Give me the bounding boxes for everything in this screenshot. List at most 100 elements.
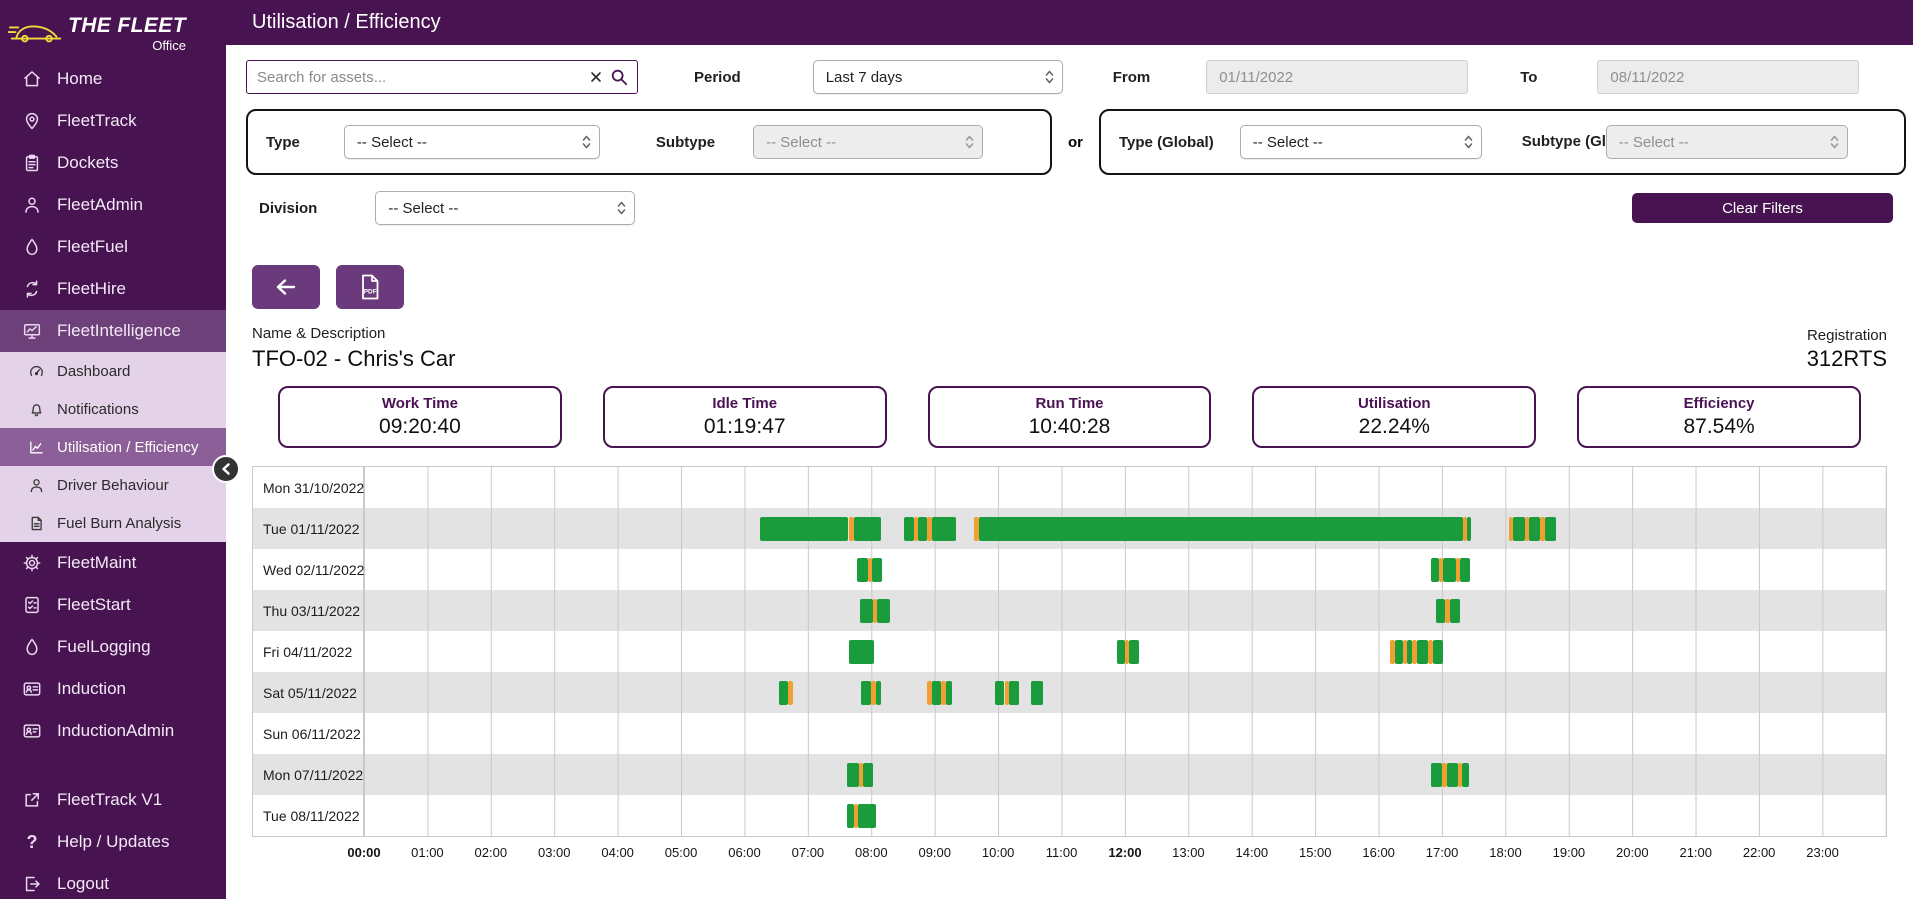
gantt-day-label: Fri 04/11/2022 bbox=[253, 631, 364, 672]
sidebar-item-fleetadmin[interactable]: FleetAdmin bbox=[0, 184, 226, 226]
gantt-bar-green[interactable] bbox=[1446, 762, 1458, 787]
gantt-bar-green[interactable] bbox=[1430, 557, 1439, 582]
gantt-track bbox=[364, 549, 1886, 590]
sidebar-item-fleettrack[interactable]: FleetTrack bbox=[0, 100, 226, 142]
subtype-label: Subtype bbox=[655, 133, 716, 151]
logo-subtitle: Office bbox=[152, 37, 186, 53]
gantt-bar-green[interactable] bbox=[1432, 639, 1444, 664]
search-icon[interactable] bbox=[610, 68, 628, 86]
sidebar-item-fleetstart[interactable]: FleetStart bbox=[0, 584, 226, 626]
stat-card-work-time: Work Time 09:20:40 bbox=[278, 386, 562, 448]
sidebar-item-fleetintelligence[interactable]: FleetIntelligence bbox=[0, 310, 226, 352]
gantt-bar-green[interactable] bbox=[918, 516, 928, 541]
gantt-bar-green[interactable] bbox=[931, 680, 942, 705]
gantt-bar-green[interactable] bbox=[1513, 516, 1525, 541]
gantt-bar-green[interactable] bbox=[871, 557, 883, 582]
sidebar-item-fleethire[interactable]: FleetHire bbox=[0, 268, 226, 310]
gantt-bar-green[interactable] bbox=[1129, 639, 1139, 664]
sidebar-item-logout[interactable]: Logout bbox=[0, 863, 226, 899]
gantt-bar-green[interactable] bbox=[945, 680, 952, 705]
gantt-bar-green[interactable] bbox=[1544, 516, 1557, 541]
gantt-bar-green[interactable] bbox=[849, 639, 875, 664]
sidebar-subitem-utilisation-efficiency[interactable]: Utilisation / Efficiency bbox=[0, 428, 226, 466]
clear-filters-button[interactable]: Clear Filters bbox=[1632, 193, 1893, 223]
gantt-bar-orange[interactable] bbox=[787, 680, 793, 705]
gantt-bar-green[interactable] bbox=[877, 598, 891, 623]
gantt-row: Mon 07/11/2022 bbox=[253, 754, 1886, 795]
axis-tick-label: 14:00 bbox=[1235, 845, 1269, 860]
collapse-sidebar-button[interactable] bbox=[212, 455, 240, 483]
fuel-drop-icon bbox=[20, 237, 44, 257]
gantt-bar-green[interactable] bbox=[994, 680, 1005, 705]
sidebar-item-home[interactable]: Home bbox=[0, 58, 226, 100]
gantt-day-label: Tue 01/11/2022 bbox=[253, 508, 364, 549]
sidebar-item-label: Dockets bbox=[57, 153, 119, 172]
sidebar-item-fuellogging[interactable]: FuelLogging bbox=[0, 626, 226, 668]
gantt-bar-green[interactable] bbox=[858, 803, 877, 828]
sidebar-item-fleettrack-v1[interactable]: FleetTrack V1 bbox=[0, 779, 226, 821]
fuel-drop-icon bbox=[20, 637, 44, 657]
gantt-bar-green[interactable] bbox=[1430, 762, 1443, 787]
sidebar-item-label: FleetIntelligence bbox=[57, 321, 181, 340]
axis-tick-label: 10:00 bbox=[981, 845, 1015, 860]
sidebar-subitem-dashboard[interactable]: Dashboard bbox=[0, 352, 226, 390]
gantt-bar-green[interactable] bbox=[875, 680, 882, 705]
gantt-bar-green[interactable] bbox=[857, 557, 868, 582]
sidebar-item-inductionadmin[interactable]: InductionAdmin bbox=[0, 710, 226, 752]
type-select[interactable]: -- Select -- bbox=[343, 125, 600, 159]
gantt-bar-green[interactable] bbox=[1394, 639, 1403, 664]
gantt-bar-green[interactable] bbox=[863, 762, 874, 787]
gantt-bar-green[interactable] bbox=[1528, 516, 1541, 541]
sidebar-subitem-notifications[interactable]: Notifications bbox=[0, 390, 226, 428]
gantt-bar-green[interactable] bbox=[760, 516, 849, 541]
sidebar-item-fleetmaint[interactable]: FleetMaint bbox=[0, 542, 226, 584]
gantt-bar-green[interactable] bbox=[847, 762, 859, 787]
type-global-select[interactable]: -- Select -- bbox=[1239, 125, 1482, 159]
gantt-bar-green[interactable] bbox=[979, 516, 1463, 541]
axis-tick-label: 02:00 bbox=[474, 845, 508, 860]
sidebar-item-label: FleetTrack V1 bbox=[57, 790, 163, 809]
gantt-bar-green[interactable] bbox=[931, 516, 956, 541]
export-pdf-button[interactable]: PDF bbox=[336, 265, 404, 309]
gantt-bar-green[interactable] bbox=[1443, 557, 1457, 582]
gear-icon bbox=[20, 553, 44, 573]
gantt-bar-green[interactable] bbox=[853, 516, 881, 541]
back-button[interactable] bbox=[252, 265, 320, 309]
gantt-bar-green[interactable] bbox=[904, 516, 914, 541]
gantt-bar-green[interactable] bbox=[861, 680, 872, 705]
person-icon bbox=[26, 477, 46, 494]
gantt-bar-green[interactable] bbox=[1467, 516, 1472, 541]
logo[interactable]: THE FLEET Office bbox=[0, 0, 226, 58]
axis-tick-label: 06:00 bbox=[728, 845, 761, 860]
chevron-updown-icon bbox=[1045, 69, 1054, 85]
gantt-bar-green[interactable] bbox=[779, 680, 788, 705]
division-select[interactable]: -- Select -- bbox=[375, 191, 636, 225]
axis-tick-label: 05:00 bbox=[664, 845, 698, 860]
clear-search-icon[interactable] bbox=[590, 71, 602, 83]
gantt-bar-green[interactable] bbox=[1031, 680, 1043, 705]
sidebar-item-dockets[interactable]: Dockets bbox=[0, 142, 226, 184]
gantt-bar-green[interactable] bbox=[1435, 598, 1446, 623]
sidebar-subitem-fuel-burn-analysis[interactable]: Fuel Burn Analysis bbox=[0, 504, 226, 542]
period-select[interactable]: Last 7 days bbox=[812, 60, 1063, 94]
gantt-day-label: Thu 03/11/2022 bbox=[253, 590, 364, 631]
gantt-bar-green[interactable] bbox=[1117, 639, 1125, 664]
id-card-icon bbox=[20, 721, 44, 741]
gantt-bar-green[interactable] bbox=[1416, 639, 1429, 664]
registration-value: 312RTS bbox=[1806, 346, 1887, 371]
gantt-bar-green[interactable] bbox=[1460, 557, 1470, 582]
sidebar-item-help-updates[interactable]: ? Help / Updates bbox=[0, 821, 226, 863]
search-input[interactable] bbox=[246, 60, 638, 94]
stat-label: Work Time bbox=[381, 395, 458, 412]
axis-tick-label: 01:00 bbox=[411, 845, 444, 860]
sidebar-item-fleetfuel[interactable]: FleetFuel bbox=[0, 226, 226, 268]
gantt-bar-green[interactable] bbox=[1449, 598, 1460, 623]
gantt-bar-green[interactable] bbox=[859, 598, 873, 623]
gantt-bar-green[interactable] bbox=[1008, 680, 1020, 705]
sidebar-item-induction[interactable]: Induction bbox=[0, 668, 226, 710]
gantt-track bbox=[364, 467, 1886, 508]
gantt-row: Sat 05/11/2022 bbox=[253, 672, 1886, 713]
sidebar-subitem-driver-behaviour[interactable]: Driver Behaviour bbox=[0, 466, 226, 504]
gantt-bar-green[interactable] bbox=[1461, 762, 1469, 787]
chevron-updown-icon bbox=[617, 200, 626, 216]
